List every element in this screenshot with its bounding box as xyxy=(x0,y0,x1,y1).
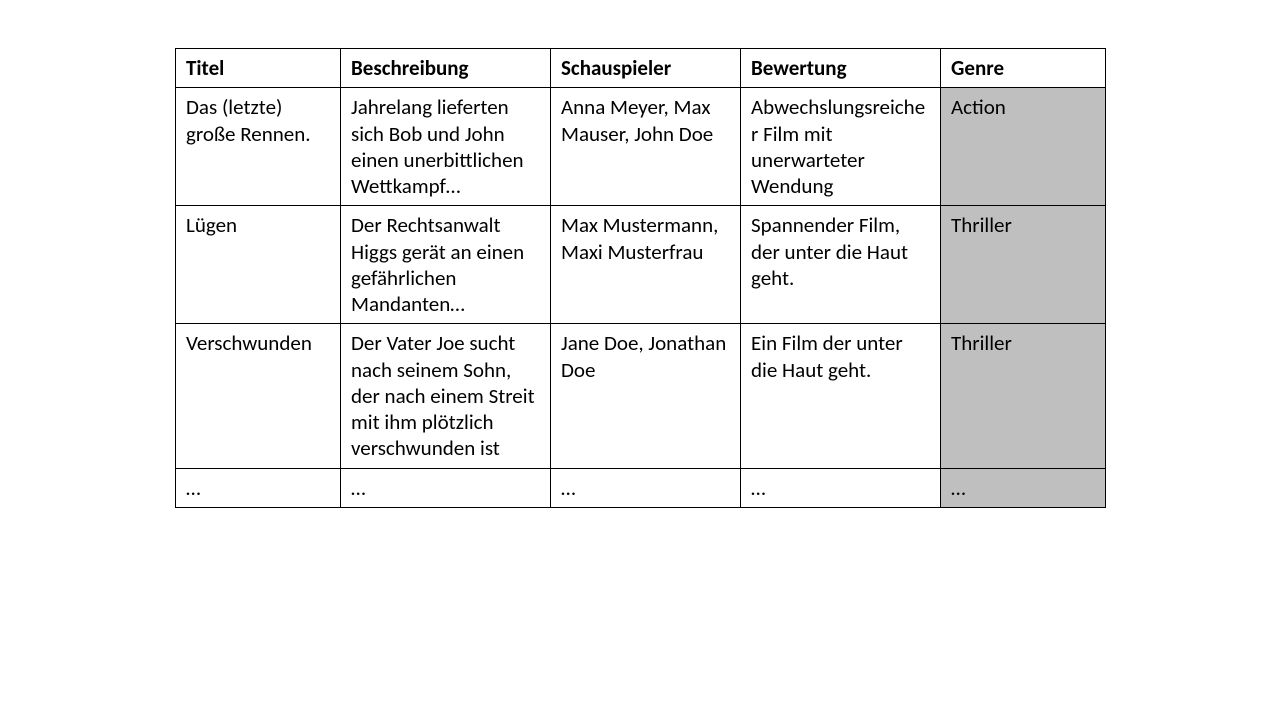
cell-title: Lügen xyxy=(176,206,341,324)
cell-description: Der Rechtsanwalt Higgs gerät an einen ge… xyxy=(341,206,551,324)
movies-table: Titel Beschreibung Schauspieler Bewertun… xyxy=(175,48,1106,508)
col-header-actors: Schauspieler xyxy=(551,49,741,88)
col-header-description: Beschreibung xyxy=(341,49,551,88)
cell-actors: Jane Doe, Jonathan Doe xyxy=(551,324,741,468)
cell-title: … xyxy=(176,468,341,507)
cell-actors: Anna Meyer, Max Mauser, John Doe xyxy=(551,88,741,206)
col-header-rating: Bewertung xyxy=(741,49,941,88)
cell-genre: … xyxy=(941,468,1106,507)
cell-title: Das (letzte) große Rennen. xyxy=(176,88,341,206)
cell-genre: Thriller xyxy=(941,206,1106,324)
cell-description: … xyxy=(341,468,551,507)
cell-description: Jahrelang lieferten sich Bob und John ei… xyxy=(341,88,551,206)
cell-title: Verschwunden xyxy=(176,324,341,468)
cell-rating: … xyxy=(741,468,941,507)
cell-rating: Abwechslungsreicher Film mit unerwartete… xyxy=(741,88,941,206)
table-row: Lügen Der Rechtsanwalt Higgs gerät an ei… xyxy=(176,206,1106,324)
cell-genre: Action xyxy=(941,88,1106,206)
cell-actors: Max Mustermann, Maxi Musterfrau xyxy=(551,206,741,324)
table-row: … … … … … xyxy=(176,468,1106,507)
cell-description: Der Vater Joe sucht nach seinem Sohn, de… xyxy=(341,324,551,468)
cell-rating: Spannender Film, der unter die Haut geht… xyxy=(741,206,941,324)
cell-actors: … xyxy=(551,468,741,507)
table-header-row: Titel Beschreibung Schauspieler Bewertun… xyxy=(176,49,1106,88)
table-row: Verschwunden Der Vater Joe sucht nach se… xyxy=(176,324,1106,468)
cell-rating: Ein Film der unter die Haut geht. xyxy=(741,324,941,468)
table-row: Das (letzte) große Rennen. Jahrelang lie… xyxy=(176,88,1106,206)
col-header-genre: Genre xyxy=(941,49,1106,88)
cell-genre: Thriller xyxy=(941,324,1106,468)
col-header-title: Titel xyxy=(176,49,341,88)
